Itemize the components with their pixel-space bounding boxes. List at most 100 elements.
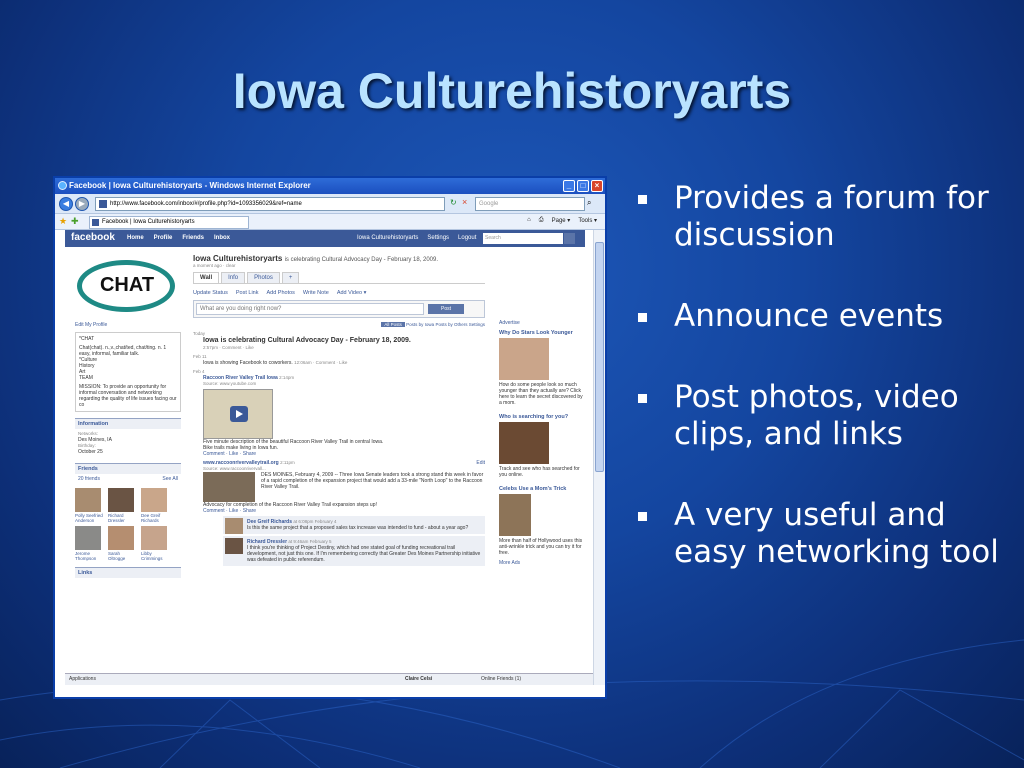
chat-user[interactable]: Claire Celsi [405,674,432,685]
bullet-item: Announce events [632,298,1012,335]
vertical-scrollbar[interactable] [593,230,605,685]
filter-posts-by-iowa[interactable]: Posts by Iowa [406,322,434,327]
tab-bar: ★ ✚ Facebook | Iowa Culturehistoryarts ⌂… [55,214,605,230]
filter-settings[interactable]: Settings [469,322,485,327]
avatar [225,518,243,534]
avatar [108,488,134,512]
friend-tile[interactable]: Dee Greif Richards [141,488,171,523]
see-all-link[interactable]: See All [162,476,178,482]
post-link-button[interactable]: Post Link [236,290,259,296]
avatar [141,488,167,512]
nav-inbox[interactable]: Inbox [214,235,230,241]
nav-home[interactable]: Home [127,235,144,241]
friend-tile[interactable]: Richard Dressler [108,488,138,523]
forward-arrow-icon[interactable]: ▶ [75,197,89,211]
search-icon[interactable]: ⌕ [587,198,591,208]
publisher-actions: Update Status Post Link Add Photos Write… [193,290,485,296]
stop-icon[interactable]: × [462,197,467,207]
friend-tile[interactable]: Libby Crimmings [141,526,171,561]
back-arrow-icon[interactable]: ◀ [59,197,73,211]
bullet-text: Post photos, video clips, and links [674,379,959,452]
add-photos-button[interactable]: Add Photos [266,290,294,296]
bullet-item: Provides a forum for discussion [632,180,1012,254]
tab-add[interactable]: + [281,272,300,283]
video-thumbnail[interactable] [203,389,273,439]
close-button[interactable]: × [591,180,603,192]
video-source: Source: www.youtube.com [203,381,257,386]
friend-tile[interactable]: Sarah Oltrogge [108,526,138,561]
facebook-search-input[interactable]: Search [483,233,563,244]
window-title: Facebook | Iowa Culturehistoryarts - Win… [69,181,311,190]
online-friends-button[interactable]: Online Friends (1) [481,674,521,685]
status-meta: a moment ago · clear [193,263,236,268]
about-mission: MISSION: To provide an opportunity for i… [79,384,177,408]
play-icon[interactable] [230,406,248,422]
advertise-link[interactable]: Advertise [499,320,583,326]
bullet-text: Announce events [674,298,944,334]
search-input[interactable]: Google [475,197,585,211]
bullet-icon [638,512,647,521]
add-favorite-icon[interactable]: ✚ [71,216,79,227]
status-composer: What are you doing right now? Post [193,300,485,318]
favorites-star-icon[interactable]: ★ [59,216,67,227]
page-menu[interactable]: Page ▾ [552,217,571,224]
ad-title[interactable]: Who is searching for you? [499,414,583,420]
birthday-value: October 25 [78,449,103,455]
wall-column: Iowa Culturehistoryarts is celebrating C… [193,254,485,566]
print-icon[interactable]: ⎙ [539,217,544,224]
ad-image[interactable] [499,494,531,536]
tab-photos[interactable]: Photos [247,272,280,283]
facebook-search-icon[interactable] [564,233,575,244]
nav-settings[interactable]: Settings [427,235,449,241]
write-note-button[interactable]: Write Note [303,290,329,296]
more-ads-link[interactable]: More Ads [499,560,583,566]
filter-all-posts[interactable]: All Posts [381,322,405,327]
links-heading: Links [75,567,181,578]
tab-info[interactable]: Info [221,272,246,283]
browser-tab[interactable]: Facebook | Iowa Culturehistoryarts [89,216,249,229]
profile-picture[interactable]: CHAT [75,254,181,318]
link-thumbnail [203,472,255,502]
friends-grid: Polly Seefried Anderson Richard Dressler… [75,488,181,561]
edit-link[interactable]: Edit [476,460,485,466]
home-icon[interactable]: ⌂ [527,217,531,224]
story-showing: Iowa is showing Facebook to coworkers. 1… [203,360,348,366]
tools-menu[interactable]: Tools ▾ [578,217,597,224]
minimize-button[interactable]: _ [563,180,575,192]
video-actions[interactable]: Comment · Like · Share [193,451,485,457]
facebook-logo[interactable]: facebook [71,232,115,243]
filter-posts-by-others[interactable]: Posts by Others [435,322,467,327]
nav-account-name[interactable]: Iowa Culturehistoryarts [357,235,418,241]
maximize-button[interactable]: □ [577,180,589,192]
add-video-button[interactable]: Add Video ▾ [337,290,367,296]
nav-friends[interactable]: Friends [182,235,204,241]
friends-count[interactable]: 20 friends [78,476,100,482]
friend-tile[interactable]: Polly Seefried Anderson [75,488,105,523]
ad-image[interactable] [499,338,549,380]
link-actions[interactable]: Comment · Like · Share [193,508,485,514]
comment: Richard Dressler at 9:46am February 5 I … [223,536,485,566]
update-status-button[interactable]: Update Status [193,290,228,296]
applications-button[interactable]: Applications [69,674,96,685]
address-input[interactable]: http://www.facebook.com/inbox/#/profile.… [95,197,445,211]
nav-profile[interactable]: Profile [154,235,173,241]
ad-title[interactable]: Why Do Stars Look Younger [499,330,583,336]
nav-logout[interactable]: Logout [458,235,476,241]
ad-title[interactable]: Celebs Use a Mom's Trick [499,486,583,492]
bullet-icon [638,313,647,322]
edit-profile-link[interactable]: Edit My Profile [75,322,181,328]
story-meta: 2:57pm · Comment · Like [203,345,254,350]
scrollbar-thumb[interactable] [595,242,604,472]
information-heading: Information [75,418,181,429]
facebook-navbar: facebook Home Profile Friends Inbox Iowa… [65,230,585,247]
go-icon[interactable]: ↻ [450,198,457,207]
post-button[interactable]: Post [428,304,464,314]
about-title: *CHAT [79,336,95,342]
friends-heading: Friends [75,463,181,474]
friend-tile[interactable]: Jerome Thompson [75,526,105,561]
profile-tabs: Wall Info Photos + [193,272,485,284]
status-input[interactable]: What are you doing right now? [196,303,424,315]
friends-meta: 20 friends See All [75,474,181,484]
tab-wall[interactable]: Wall [193,272,220,283]
ad-image[interactable] [499,422,549,464]
